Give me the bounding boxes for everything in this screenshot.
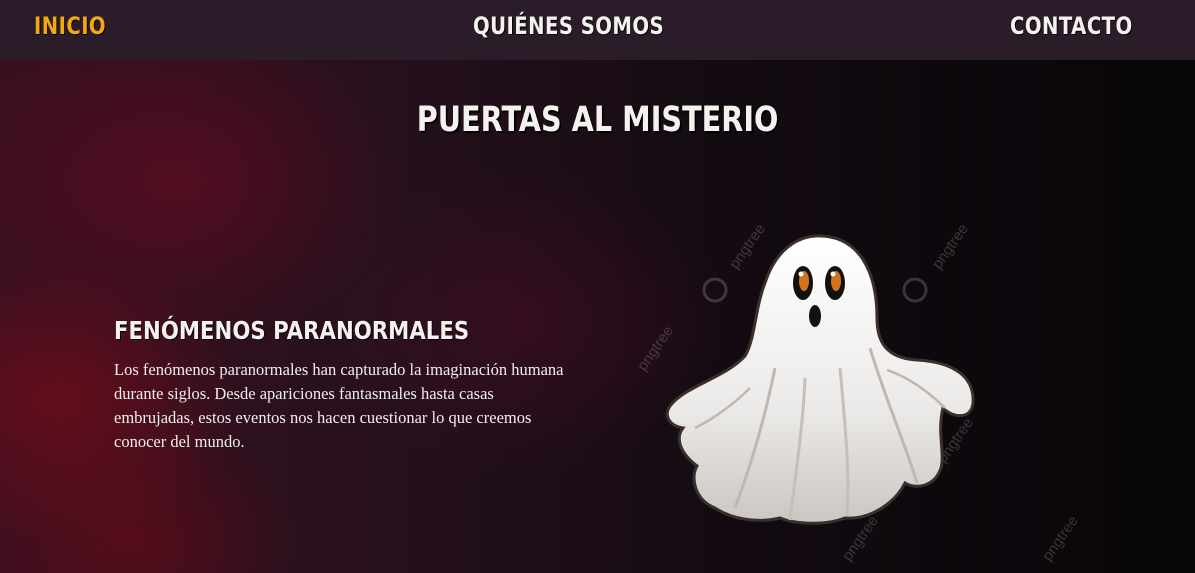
watermark-logo-icon bbox=[702, 277, 728, 303]
nav-link-quienes-somos[interactable]: QUIÉNES SOMOS bbox=[473, 12, 664, 40]
top-navigation: INICIO QUIÉNES SOMOS CONTACTO bbox=[0, 0, 1195, 60]
ghost-mouth bbox=[809, 305, 821, 327]
watermark-logo-icon bbox=[902, 277, 928, 303]
ghost-left-eye-highlight bbox=[798, 271, 804, 277]
section-title: FENÓMENOS PARANORMALES bbox=[114, 316, 470, 345]
section-description: Los fenómenos paranormales han capturado… bbox=[114, 360, 564, 451]
ghost-right-eye-highlight bbox=[830, 271, 836, 277]
ghost-illustration bbox=[665, 234, 975, 525]
nav-link-contacto[interactable]: CONTACTO bbox=[1010, 12, 1133, 40]
page-title-text: PUERTAS AL MISTERIO bbox=[416, 100, 779, 140]
page-title: PUERTAS AL MISTERIO bbox=[0, 100, 1195, 140]
nav-link-inicio[interactable]: INICIO bbox=[34, 12, 106, 40]
